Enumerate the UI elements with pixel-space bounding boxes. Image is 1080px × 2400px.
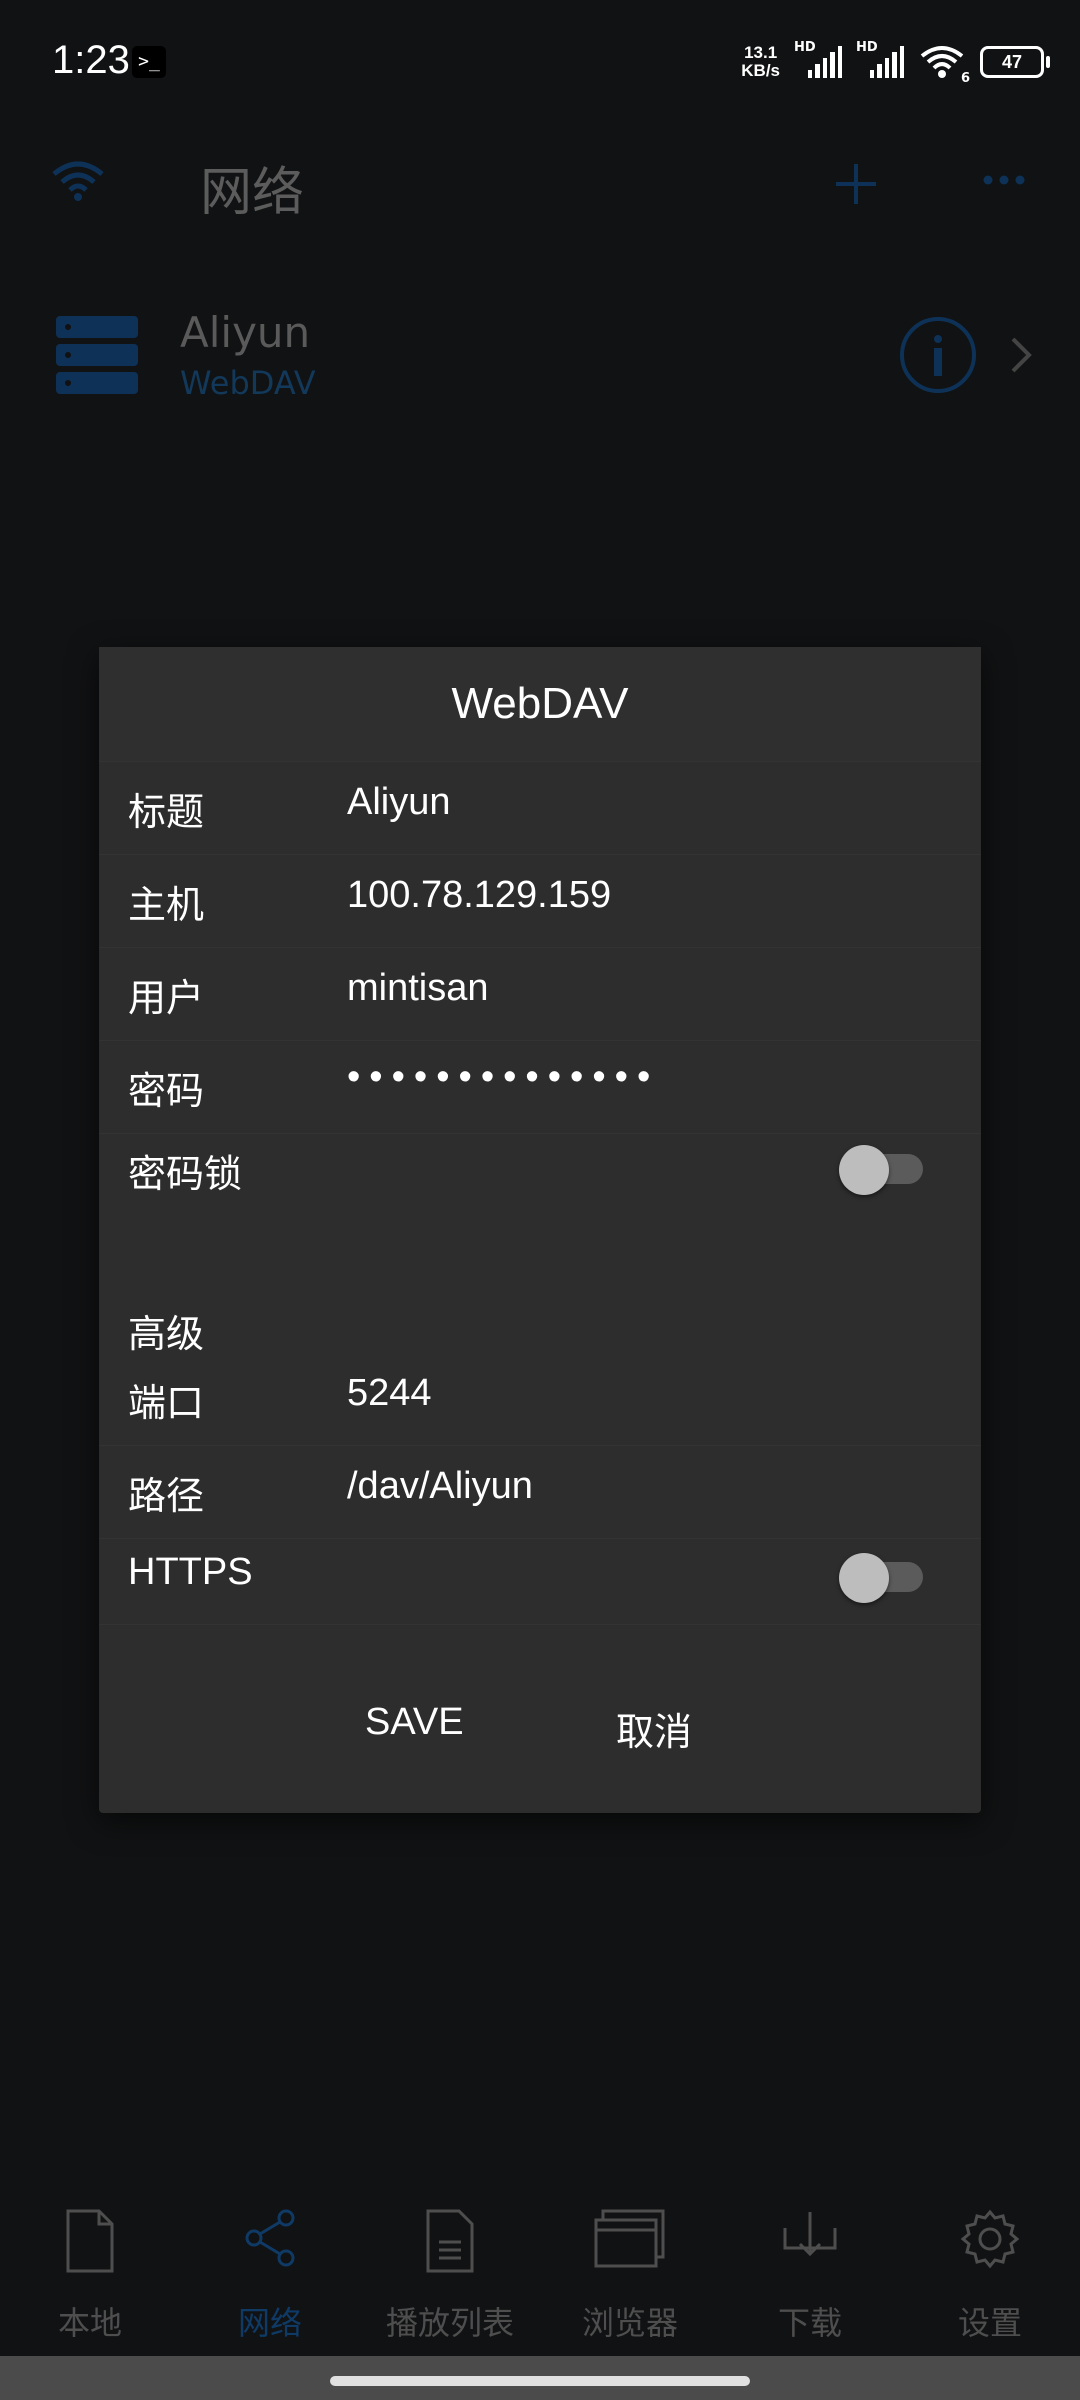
webdav-dialog: WebDAV 标题 Aliyun 主机 100.78.129.159 用户 mi… bbox=[99, 647, 981, 1813]
app-bar: 网络 bbox=[0, 120, 1080, 240]
path-label: 路径 bbox=[128, 1474, 205, 1518]
wifi-status-icon: 6 bbox=[918, 44, 970, 86]
network-speed-unit: KB/s bbox=[741, 61, 780, 80]
hd-badge-2: HD bbox=[856, 40, 878, 55]
https-row: HTTPS bbox=[99, 1531, 981, 1625]
gesture-bar-area bbox=[0, 2356, 1080, 2400]
password-lock-row: 密码锁 bbox=[99, 1133, 981, 1226]
host-label: 主机 bbox=[128, 883, 205, 927]
browser-icon bbox=[593, 2208, 667, 2272]
server-type: WebDAV bbox=[180, 364, 316, 402]
https-toggle[interactable] bbox=[839, 1553, 923, 1603]
plus-icon[interactable] bbox=[832, 160, 880, 212]
nav-network[interactable]: 网络 bbox=[180, 2180, 360, 2360]
status-time: 1:23 bbox=[52, 38, 130, 82]
title-input[interactable]: Aliyun bbox=[347, 781, 451, 824]
file-icon bbox=[65, 2208, 115, 2278]
bottom-nav: 本地 网络 播放列表 浏览器 下载 设置 bbox=[0, 2180, 1080, 2360]
host-field[interactable]: 主机 100.78.129.159 bbox=[99, 854, 981, 948]
nav-label: 播放列表 bbox=[385, 2304, 514, 2342]
wifi-icon bbox=[50, 158, 106, 206]
user-input[interactable]: mintisan bbox=[347, 967, 489, 1010]
status-bar: 1:23 >_ 13.1 KB/s HD HD 6 47 bbox=[0, 0, 1080, 120]
user-field[interactable]: 用户 mintisan bbox=[99, 947, 981, 1041]
nav-label: 网络 bbox=[237, 2304, 302, 2342]
password-field[interactable]: 密码 •••••••••••••• bbox=[99, 1040, 981, 1134]
port-input[interactable]: 5244 bbox=[347, 1372, 432, 1415]
page-title: 网络 bbox=[200, 163, 305, 223]
password-label: 密码 bbox=[128, 1069, 205, 1113]
nav-label: 本地 bbox=[57, 2304, 122, 2342]
user-label: 用户 bbox=[128, 976, 205, 1020]
host-input[interactable]: 100.78.129.159 bbox=[347, 874, 611, 917]
download-icon bbox=[782, 2208, 838, 2270]
info-icon[interactable] bbox=[898, 315, 978, 399]
nav-download[interactable]: 下载 bbox=[720, 2180, 900, 2360]
nav-playlist[interactable]: 播放列表 bbox=[360, 2180, 540, 2360]
share-icon bbox=[242, 2208, 298, 2272]
playlist-icon bbox=[425, 2208, 475, 2278]
password-input[interactable]: •••••••••••••• bbox=[347, 1056, 659, 1099]
gear-icon bbox=[959, 2208, 1021, 2274]
nav-label: 浏览器 bbox=[581, 2304, 678, 2342]
title-field[interactable]: 标题 Aliyun bbox=[99, 761, 981, 855]
port-label: 端口 bbox=[128, 1381, 205, 1425]
save-button[interactable]: SAVE bbox=[345, 1691, 484, 1754]
chevron-right-icon[interactable] bbox=[1010, 336, 1032, 378]
password-lock-label: 密码锁 bbox=[128, 1152, 243, 1196]
nav-label: 下载 bbox=[777, 2304, 842, 2342]
cancel-button[interactable]: 取消 bbox=[596, 1691, 712, 1766]
battery-icon: 47 bbox=[980, 46, 1050, 78]
network-speed-value: 13.1 bbox=[744, 43, 778, 62]
path-input[interactable]: /dav/Aliyun bbox=[347, 1465, 533, 1508]
hd-badge: HD bbox=[794, 40, 816, 55]
terminal-icon: >_ bbox=[132, 46, 166, 78]
password-lock-toggle[interactable] bbox=[839, 1145, 923, 1195]
wifi-badge: 6 bbox=[960, 71, 970, 86]
title-label: 标题 bbox=[128, 790, 205, 834]
network-speed: 13.1 KB/s bbox=[741, 44, 780, 80]
nav-settings[interactable]: 设置 bbox=[900, 2180, 1080, 2360]
nav-local[interactable]: 本地 bbox=[0, 2180, 180, 2360]
server-name: Aliyun bbox=[180, 308, 311, 357]
signal-icon: HD bbox=[794, 40, 843, 78]
signal-icon-2: HD bbox=[856, 40, 905, 78]
nav-label: 设置 bbox=[957, 2304, 1022, 2342]
home-indicator[interactable] bbox=[330, 2376, 750, 2386]
status-icons: 13.1 KB/s HD HD 6 47 bbox=[741, 40, 1050, 86]
path-field[interactable]: 路径 /dav/Aliyun bbox=[99, 1445, 981, 1539]
nav-browser[interactable]: 浏览器 bbox=[540, 2180, 720, 2360]
server-list-item[interactable]: Aliyun WebDAV bbox=[0, 290, 1080, 420]
more-icon[interactable] bbox=[980, 172, 1028, 192]
advanced-section-label: 高级 bbox=[128, 1312, 205, 1356]
server-icon bbox=[56, 314, 138, 400]
dialog-title: WebDAV bbox=[99, 647, 981, 762]
https-label: HTTPS bbox=[128, 1551, 253, 1593]
port-field[interactable]: 端口 5244 bbox=[99, 1352, 981, 1446]
